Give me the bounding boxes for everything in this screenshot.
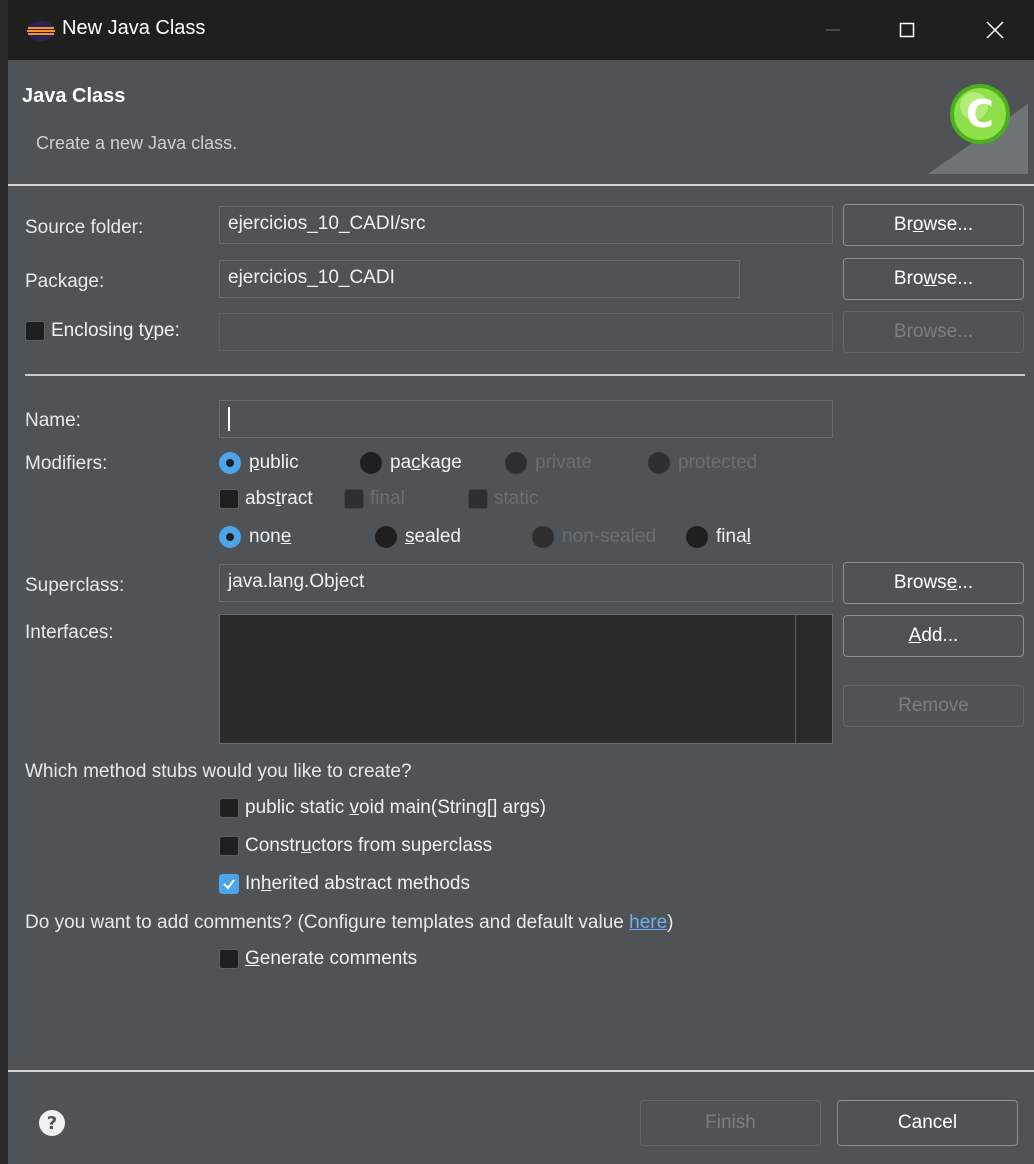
radio-dot [648,452,670,474]
radio-dot [686,526,708,548]
radio-dot [219,526,241,548]
page-description: Create a new Java class. [36,133,238,153]
cancel-button[interactable]: Cancel [837,1100,1018,1146]
checkbox-box [219,836,239,856]
modifier-non-sealed-radio: non-sealed [532,526,656,548]
enclosing-type-box [25,321,45,341]
source-folder-value: ejercicios_10_CADI/src [228,213,426,234]
modifiers-label: Modifiers: [25,453,108,474]
checkbox-box [219,489,239,509]
checkbox-box [344,489,364,509]
enclosing-type-input [219,313,833,351]
source-folder-browse-button[interactable]: Browse... [843,204,1024,246]
checkbox-box [219,798,239,818]
checkbox-box [219,949,239,969]
section-separator [25,374,1025,376]
interfaces-label: Interfaces: [25,622,114,643]
modifier-protected-radio: protected [648,452,757,474]
stub-inherited-checkbox[interactable]: Inherited abstract methods [219,873,470,895]
modifier-public-radio[interactable]: public [219,452,299,474]
help-icon[interactable]: ? [38,1109,66,1137]
package-browse-button[interactable]: Browse... [843,258,1024,300]
eclipse-icon [27,21,55,41]
close-button[interactable] [962,0,1028,60]
package-input[interactable]: ejercicios_10_CADI [219,260,740,298]
radio-dot [360,452,382,474]
radio-dot [219,452,241,474]
minimize-icon [826,29,840,31]
page-title: Java Class [22,85,126,107]
modifier-none-radio[interactable]: none [219,526,291,548]
modifier-private-radio: private [505,452,592,474]
svg-text:?: ? [47,1113,57,1134]
interfaces-list[interactable] [219,614,833,744]
new-java-class-dialog: New Java Class Java Class Create a new J… [8,0,1034,1164]
window-title: New Java Class [62,17,206,39]
stub-constructors-checkbox[interactable]: Constructors from superclass [219,835,492,857]
source-folder-input[interactable]: ejercicios_10_CADI/src [219,206,833,244]
maximize-icon [899,22,915,38]
minimize-button[interactable] [800,0,866,60]
interfaces-list-scrollbar[interactable] [795,615,832,743]
finish-button: Finish [640,1100,821,1146]
modifier-final-radio[interactable]: final [686,526,751,548]
enclosing-type-checkbox[interactable]: Enclosing type: [25,320,180,342]
header-separator [8,184,1034,186]
superclass-value: java.lang.Object [228,571,365,592]
modifier-final-checkbox: final [344,488,405,510]
enclosing-type-label: Enclosing type: [51,320,180,341]
footer-separator [8,1070,1034,1072]
package-value: ejercicios_10_CADI [228,267,395,288]
text-caret [228,407,230,431]
source-folder-label: Source folder: [25,217,144,238]
modifier-abstract-checkbox[interactable]: abstract [219,488,313,510]
radio-dot [505,452,527,474]
new-class-wizard-icon: C [928,84,1028,174]
modifier-sealed-radio[interactable]: sealed [375,526,461,548]
checkmark-icon [223,879,235,890]
superclass-browse-button[interactable]: Browse... [843,562,1024,604]
superclass-label: Superclass: [25,575,125,596]
enclosing-type-browse-button: Browse... [843,311,1024,353]
superclass-input[interactable]: java.lang.Object [219,564,833,602]
modifier-static-checkbox: static [468,488,538,510]
close-icon [986,21,1004,39]
radio-dot [532,526,554,548]
maximize-button[interactable] [874,0,940,60]
stub-main-checkbox[interactable]: public static void main(String[] args) [219,797,546,819]
title-bar: New Java Class [8,0,1034,60]
checkbox-box [219,874,239,894]
add-interface-button[interactable]: Add... [843,615,1024,657]
name-label: Name: [25,410,81,431]
package-label: Package: [25,271,105,292]
method-stubs-question: Which method stubs would you like to cre… [25,761,412,782]
modifier-package-radio[interactable]: package [360,452,462,474]
radio-dot [375,526,397,548]
comments-question: Do you want to add comments? (Configure … [25,912,674,933]
wizard-header: Java Class Create a new Java class. C [8,60,1034,186]
configure-templates-link[interactable]: here [629,912,667,933]
generate-comments-checkbox[interactable]: Generate comments [219,948,417,970]
checkbox-box [468,489,488,509]
remove-interface-button: Remove [843,685,1024,727]
name-input[interactable] [219,400,833,438]
svg-text:C: C [966,92,994,136]
